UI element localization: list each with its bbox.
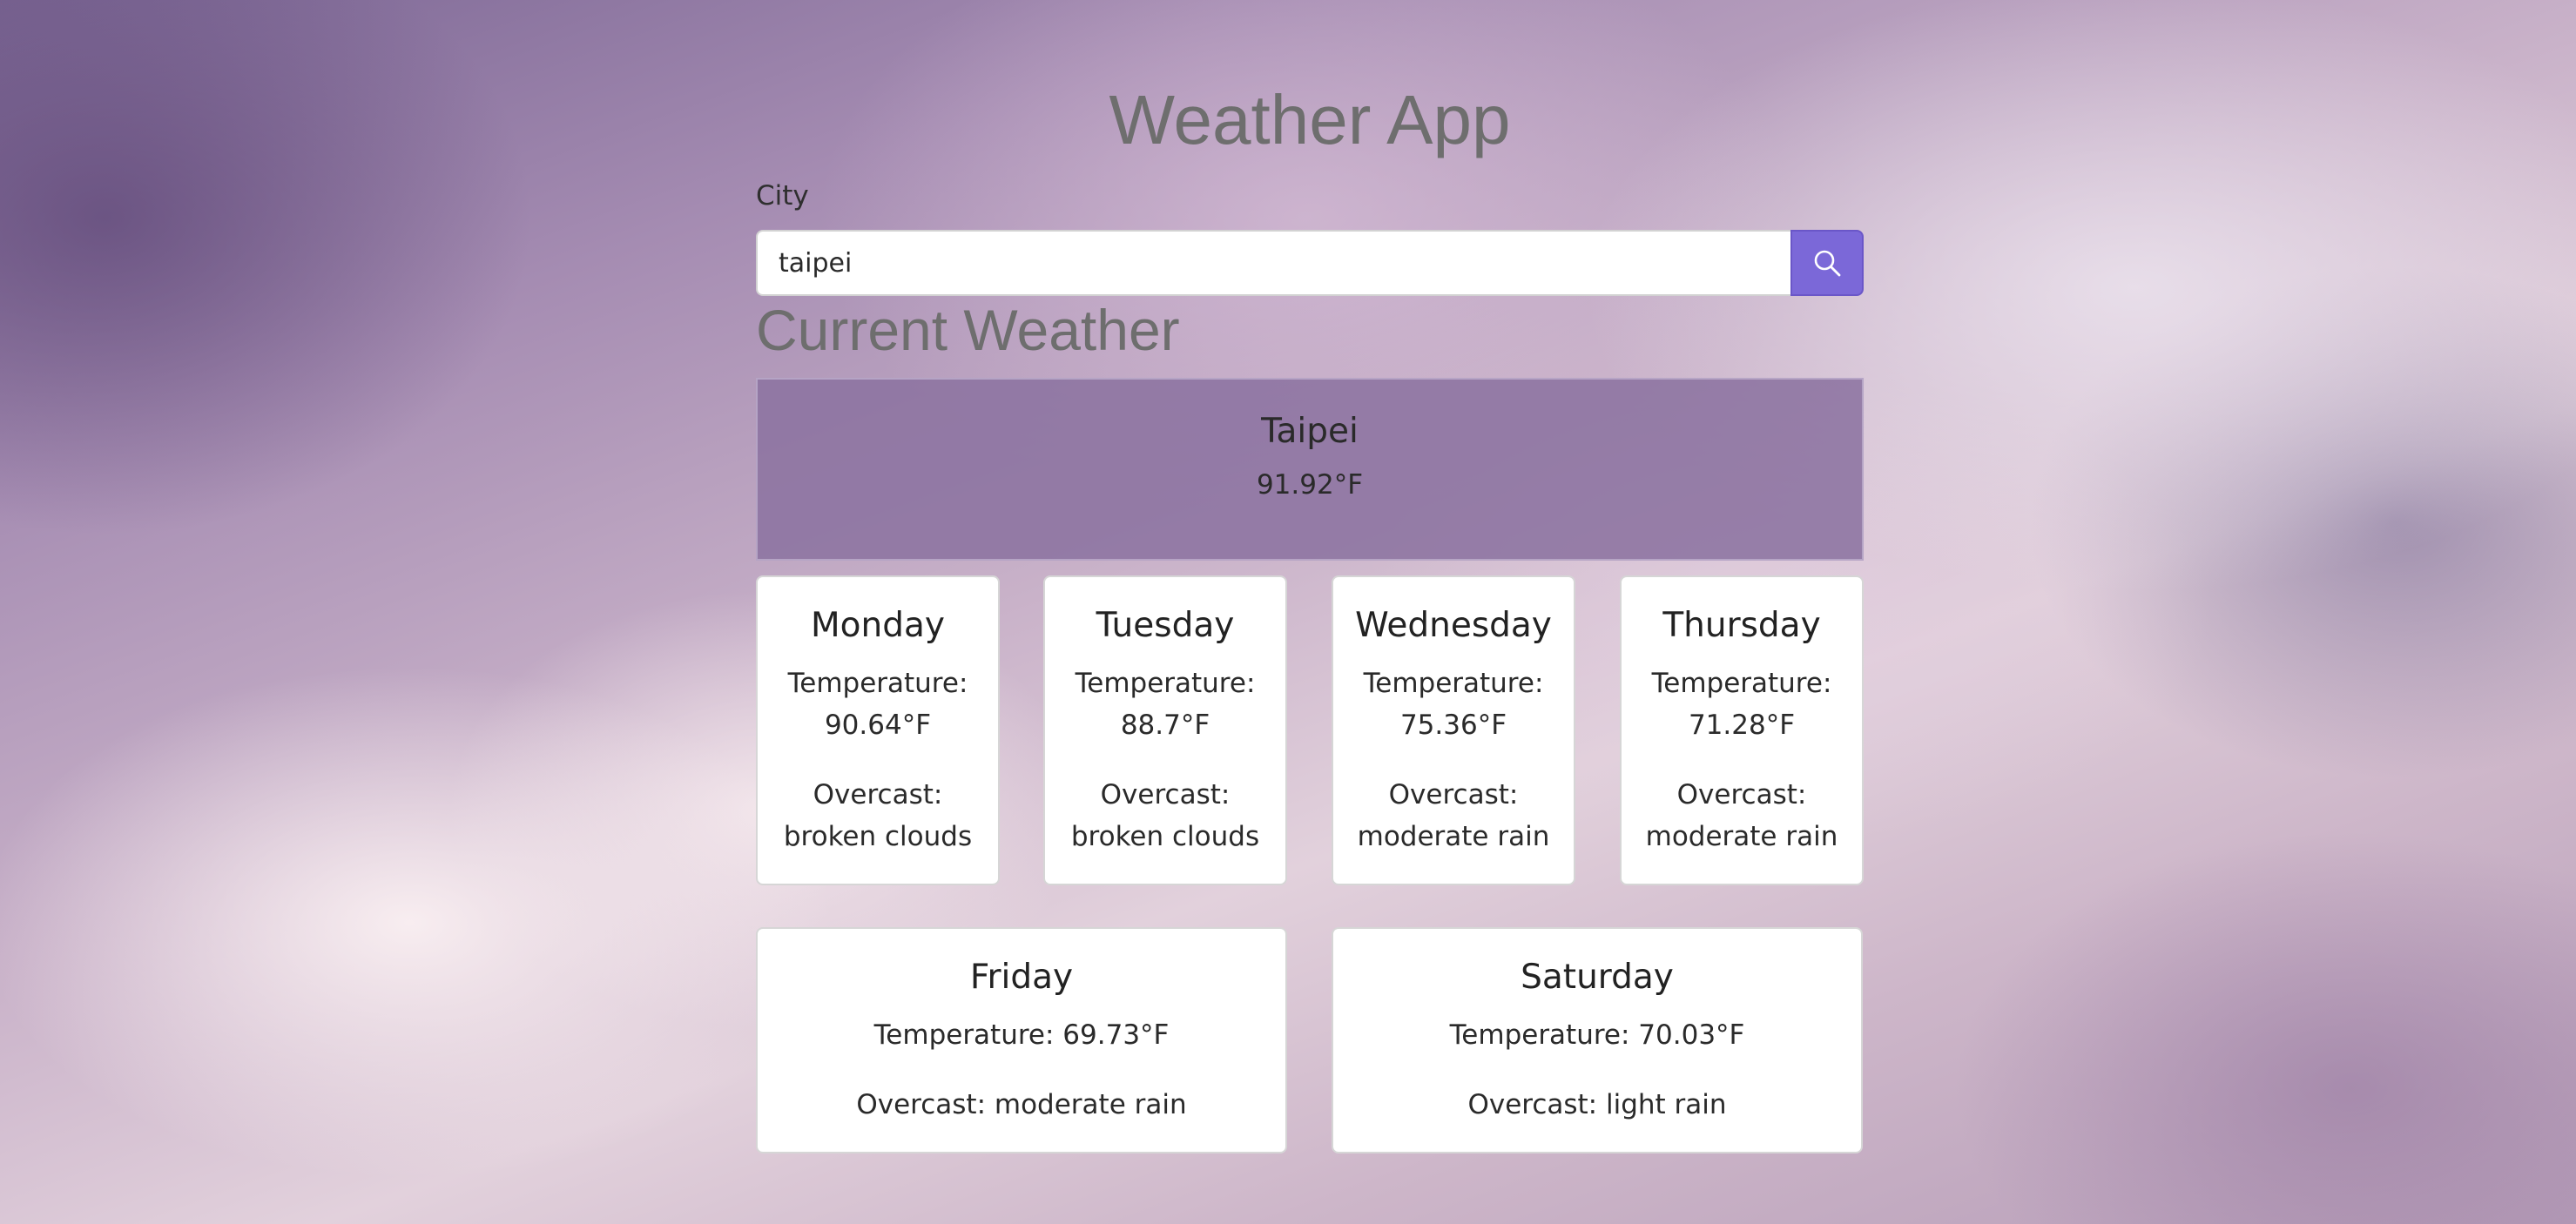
overcast-value: moderate rain — [1357, 821, 1550, 852]
forecast-card-saturday: Saturday Temperature: 70.03°F Overcast: … — [1332, 927, 1863, 1153]
current-weather-card: Taipei 91.92°F — [756, 378, 1864, 561]
city-input[interactable] — [756, 230, 1790, 296]
overcast-text: Overcast: moderate rain — [856, 1089, 1187, 1120]
temperature-label: Temperature: — [1363, 668, 1544, 699]
forecast-day: Thursday — [1662, 606, 1821, 645]
forecast-card-thursday: Thursday Temperature: 71.28°F Overcast: … — [1620, 575, 1864, 885]
current-city-name: Taipei — [1261, 412, 1359, 451]
forecast-day: Friday — [969, 958, 1074, 997]
overcast-value: broken clouds — [1070, 821, 1260, 852]
overcast-label: Overcast: — [1676, 779, 1807, 810]
app-title: Weather App — [1109, 81, 1511, 158]
forecast-day: Wednesday — [1355, 606, 1552, 645]
overcast-label: Overcast: — [1388, 779, 1519, 810]
temperature-label: Temperature: — [1075, 668, 1256, 699]
forecast-card-wednesday: Wednesday Temperature: 75.36°F Overcast:… — [1332, 575, 1575, 885]
current-weather-heading: Current Weather — [756, 298, 1180, 362]
temperature-value: 88.7°F — [1120, 710, 1210, 741]
search-icon — [1814, 250, 1841, 277]
forecast-day: Tuesday — [1096, 606, 1235, 645]
city-search-form — [756, 230, 1864, 296]
forecast-card-monday: Monday Temperature: 90.64°F Overcast: br… — [756, 575, 1000, 885]
temperature-value: 90.64°F — [824, 710, 932, 741]
forecast-card-friday: Friday Temperature: 69.73°F Overcast: mo… — [756, 927, 1287, 1153]
temperature-text: Temperature: 70.03°F — [1449, 1019, 1745, 1051]
city-label: City — [756, 180, 809, 212]
temperature-value: 75.36°F — [1399, 710, 1507, 741]
forecast-day: Monday — [811, 606, 945, 645]
current-temperature: 91.92°F — [1256, 469, 1364, 501]
temperature-text: Temperature: 69.73°F — [873, 1019, 1170, 1051]
forecast-day: Saturday — [1521, 958, 1674, 997]
search-button[interactable] — [1790, 230, 1864, 296]
overcast-value: broken clouds — [783, 821, 973, 852]
overcast-label: Overcast: — [813, 779, 943, 810]
overcast-label: Overcast: — [1100, 779, 1231, 810]
overcast-value: moderate rain — [1645, 821, 1838, 852]
overcast-text: Overcast: light rain — [1467, 1089, 1727, 1120]
forecast-card-tuesday: Tuesday Temperature: 88.7°F Overcast: br… — [1043, 575, 1287, 885]
temperature-label: Temperature: — [787, 668, 968, 699]
temperature-label: Temperature: — [1651, 668, 1832, 699]
temperature-value: 71.28°F — [1688, 710, 1796, 741]
